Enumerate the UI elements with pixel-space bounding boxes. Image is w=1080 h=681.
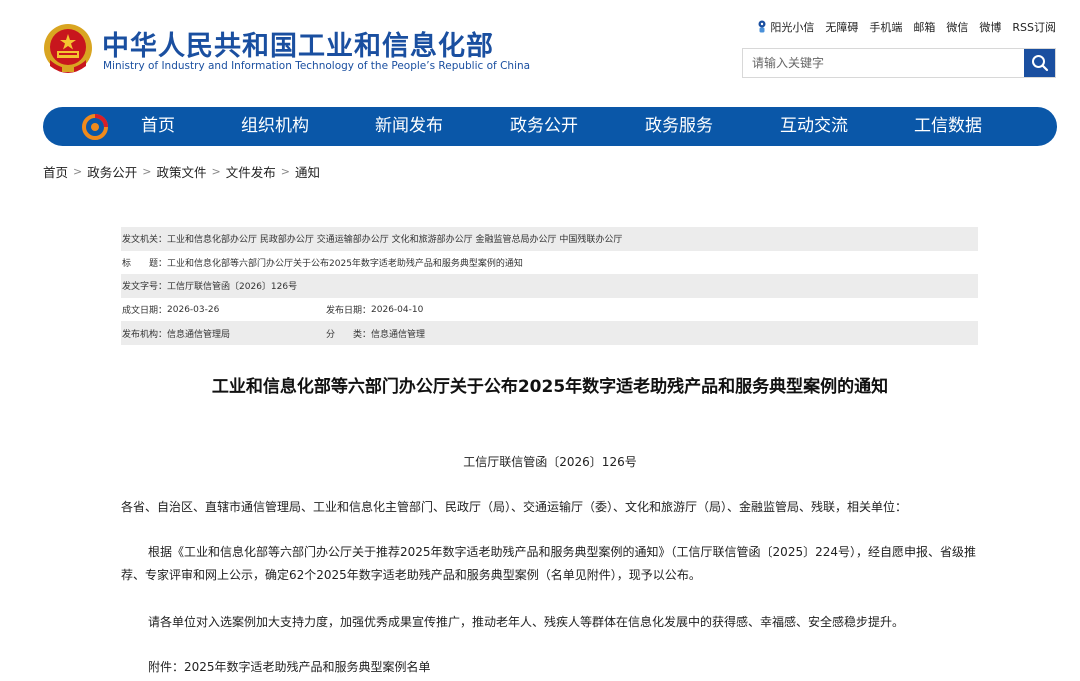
meta-row-org: 发布机构： 信息通信管理局 分 类： 信息通信管理 [121, 321, 978, 345]
breadcrumb-home[interactable]: 首页 [43, 162, 68, 181]
rss-link[interactable]: RSS订阅 [1012, 19, 1056, 35]
published-label: 发布日期： [326, 306, 372, 317]
mail-link[interactable]: 邮箱 [913, 19, 935, 35]
category-cell: 分 类： 信息通信管理 [326, 327, 425, 340]
created-cell: 成文日期： 2026-03-26 [122, 303, 326, 317]
article-title: 工业和信息化部等六部门办公厅关于公布2025年数字适老助残产品和服务典型案例的通… [211, 377, 889, 397]
miit-logo-icon[interactable] [81, 113, 109, 141]
org-label: 发布机构： [122, 329, 168, 340]
meta-row-docno: 发文字号： 工信厅联信管函〔2026〕126号 [121, 274, 978, 298]
breadcrumb-policy-documents[interactable]: 政策文件 [156, 162, 206, 181]
meta-row-issuer: 发文机关： 工业和信息化部办公厅 民政部办公厅 交通运输部办公厅 文化和旅游部办… [121, 227, 978, 251]
nav-item-organization[interactable]: 组织机构 [241, 107, 309, 146]
article-doc-number: 工信厅联信管函〔2026〕126号 [463, 455, 637, 469]
article-recipients: 各省、自治区、直辖市通信管理局、工业和信息化主管部门、民政厅（局）、交通运输厅（… [121, 500, 908, 514]
nav-item-home[interactable]: 首页 [141, 107, 175, 146]
wechat-link[interactable]: 微信 [946, 19, 968, 35]
category-value: 信息通信管理 [371, 329, 426, 340]
weibo-link[interactable]: 微博 [979, 19, 1001, 35]
search-input[interactable] [743, 49, 1025, 77]
site-title[interactable]: 中华人民共和国工业和信息化部 [102, 24, 494, 63]
org-cell: 发布机构： 信息通信管理局 [122, 327, 326, 340]
meta-row-title: 标 题： 工业和信息化部等六部门办公厅关于公布2025年数字适老助残产品和服务典… [121, 251, 978, 275]
docno-value: 工信厅联信管函〔2026〕126号 [167, 282, 298, 293]
breadcrumb: 首页 > 政务公开 > 政策文件 > 文件发布 > 通知 [43, 162, 320, 181]
nav-item-interaction[interactable]: 互动交流 [780, 107, 848, 146]
docno-label: 发文字号： [122, 282, 168, 293]
breadcrumb-notice[interactable]: 通知 [295, 162, 320, 181]
meta-row-dates: 成文日期： 2026-03-26 发布日期： 2026-04-10 [121, 298, 978, 322]
national-emblem-icon[interactable] [42, 22, 94, 76]
nav-item-data[interactable]: 工信数据 [914, 107, 982, 146]
search-box [742, 48, 1056, 78]
nav-item-government-services[interactable]: 政务服务 [645, 107, 713, 146]
article-paragraph-2: 请各单位对入选案例加大支持力度，加强优秀成果宣传推广，推动老年人、残疾人等群体在… [148, 615, 905, 629]
site-subtitle[interactable]: Ministry of Industry and Information Tec… [103, 60, 530, 72]
top-links: 阳光小信 无障碍 手机端 邮箱 微信 微博 RSS订阅 [757, 19, 1056, 35]
breadcrumb-separator: > [280, 165, 290, 178]
org-value: 信息通信管理局 [167, 329, 231, 340]
mobile-link[interactable]: 手机端 [869, 19, 902, 35]
breadcrumb-separator: > [211, 165, 221, 178]
issuer-value: 工业和信息化部办公厅 民政部办公厅 交通运输部办公厅 文化和旅游部办公厅 金融监… [167, 235, 623, 246]
search-icon [1031, 55, 1048, 72]
nav-item-news[interactable]: 新闻发布 [375, 107, 443, 146]
title-value: 工业和信息化部等六部门办公厅关于公布2025年数字适老助残产品和服务典型案例的通… [167, 258, 523, 269]
published-value: 2026-04-10 [371, 304, 424, 315]
article-paragraph-1: 根据《工业和信息化部等六部门办公厅关于推荐2025年数字适老助残产品和服务典型案… [121, 545, 976, 582]
sunshine-label: 阳光小信 [770, 21, 815, 34]
breadcrumb-separator: > [142, 165, 152, 178]
breadcrumb-government-affairs[interactable]: 政务公开 [87, 162, 137, 181]
sunshine-mascot-icon [758, 20, 766, 33]
category-label: 分 类： [326, 329, 372, 340]
nav-item-government-affairs[interactable]: 政务公开 [510, 107, 578, 146]
main-nav: 首页 组织机构 新闻发布 政务公开 政务服务 互动交流 工信数据 [43, 107, 1057, 146]
accessibility-link[interactable]: 无障碍 [825, 19, 858, 35]
created-label: 成文日期： [122, 306, 168, 317]
article-attachment[interactable]: 附件：2025年数字适老助残产品和服务典型案例名单 [121, 656, 981, 679]
breadcrumb-document-release[interactable]: 文件发布 [226, 162, 276, 181]
search-button[interactable] [1024, 49, 1055, 77]
sunshine-link[interactable]: 阳光小信 [757, 19, 814, 35]
breadcrumb-separator: > [73, 165, 83, 178]
published-cell: 发布日期： 2026-04-10 [326, 303, 424, 317]
title-label: 标 题： [122, 258, 168, 269]
issuer-label: 发文机关： [122, 235, 168, 246]
document-metadata: 发文机关： 工业和信息化部办公厅 民政部办公厅 交通运输部办公厅 文化和旅游部办… [121, 227, 978, 345]
created-value: 2026-03-26 [167, 304, 220, 315]
site-header: 中华人民共和国工业和信息化部 Ministry of Industry and … [0, 0, 1080, 100]
